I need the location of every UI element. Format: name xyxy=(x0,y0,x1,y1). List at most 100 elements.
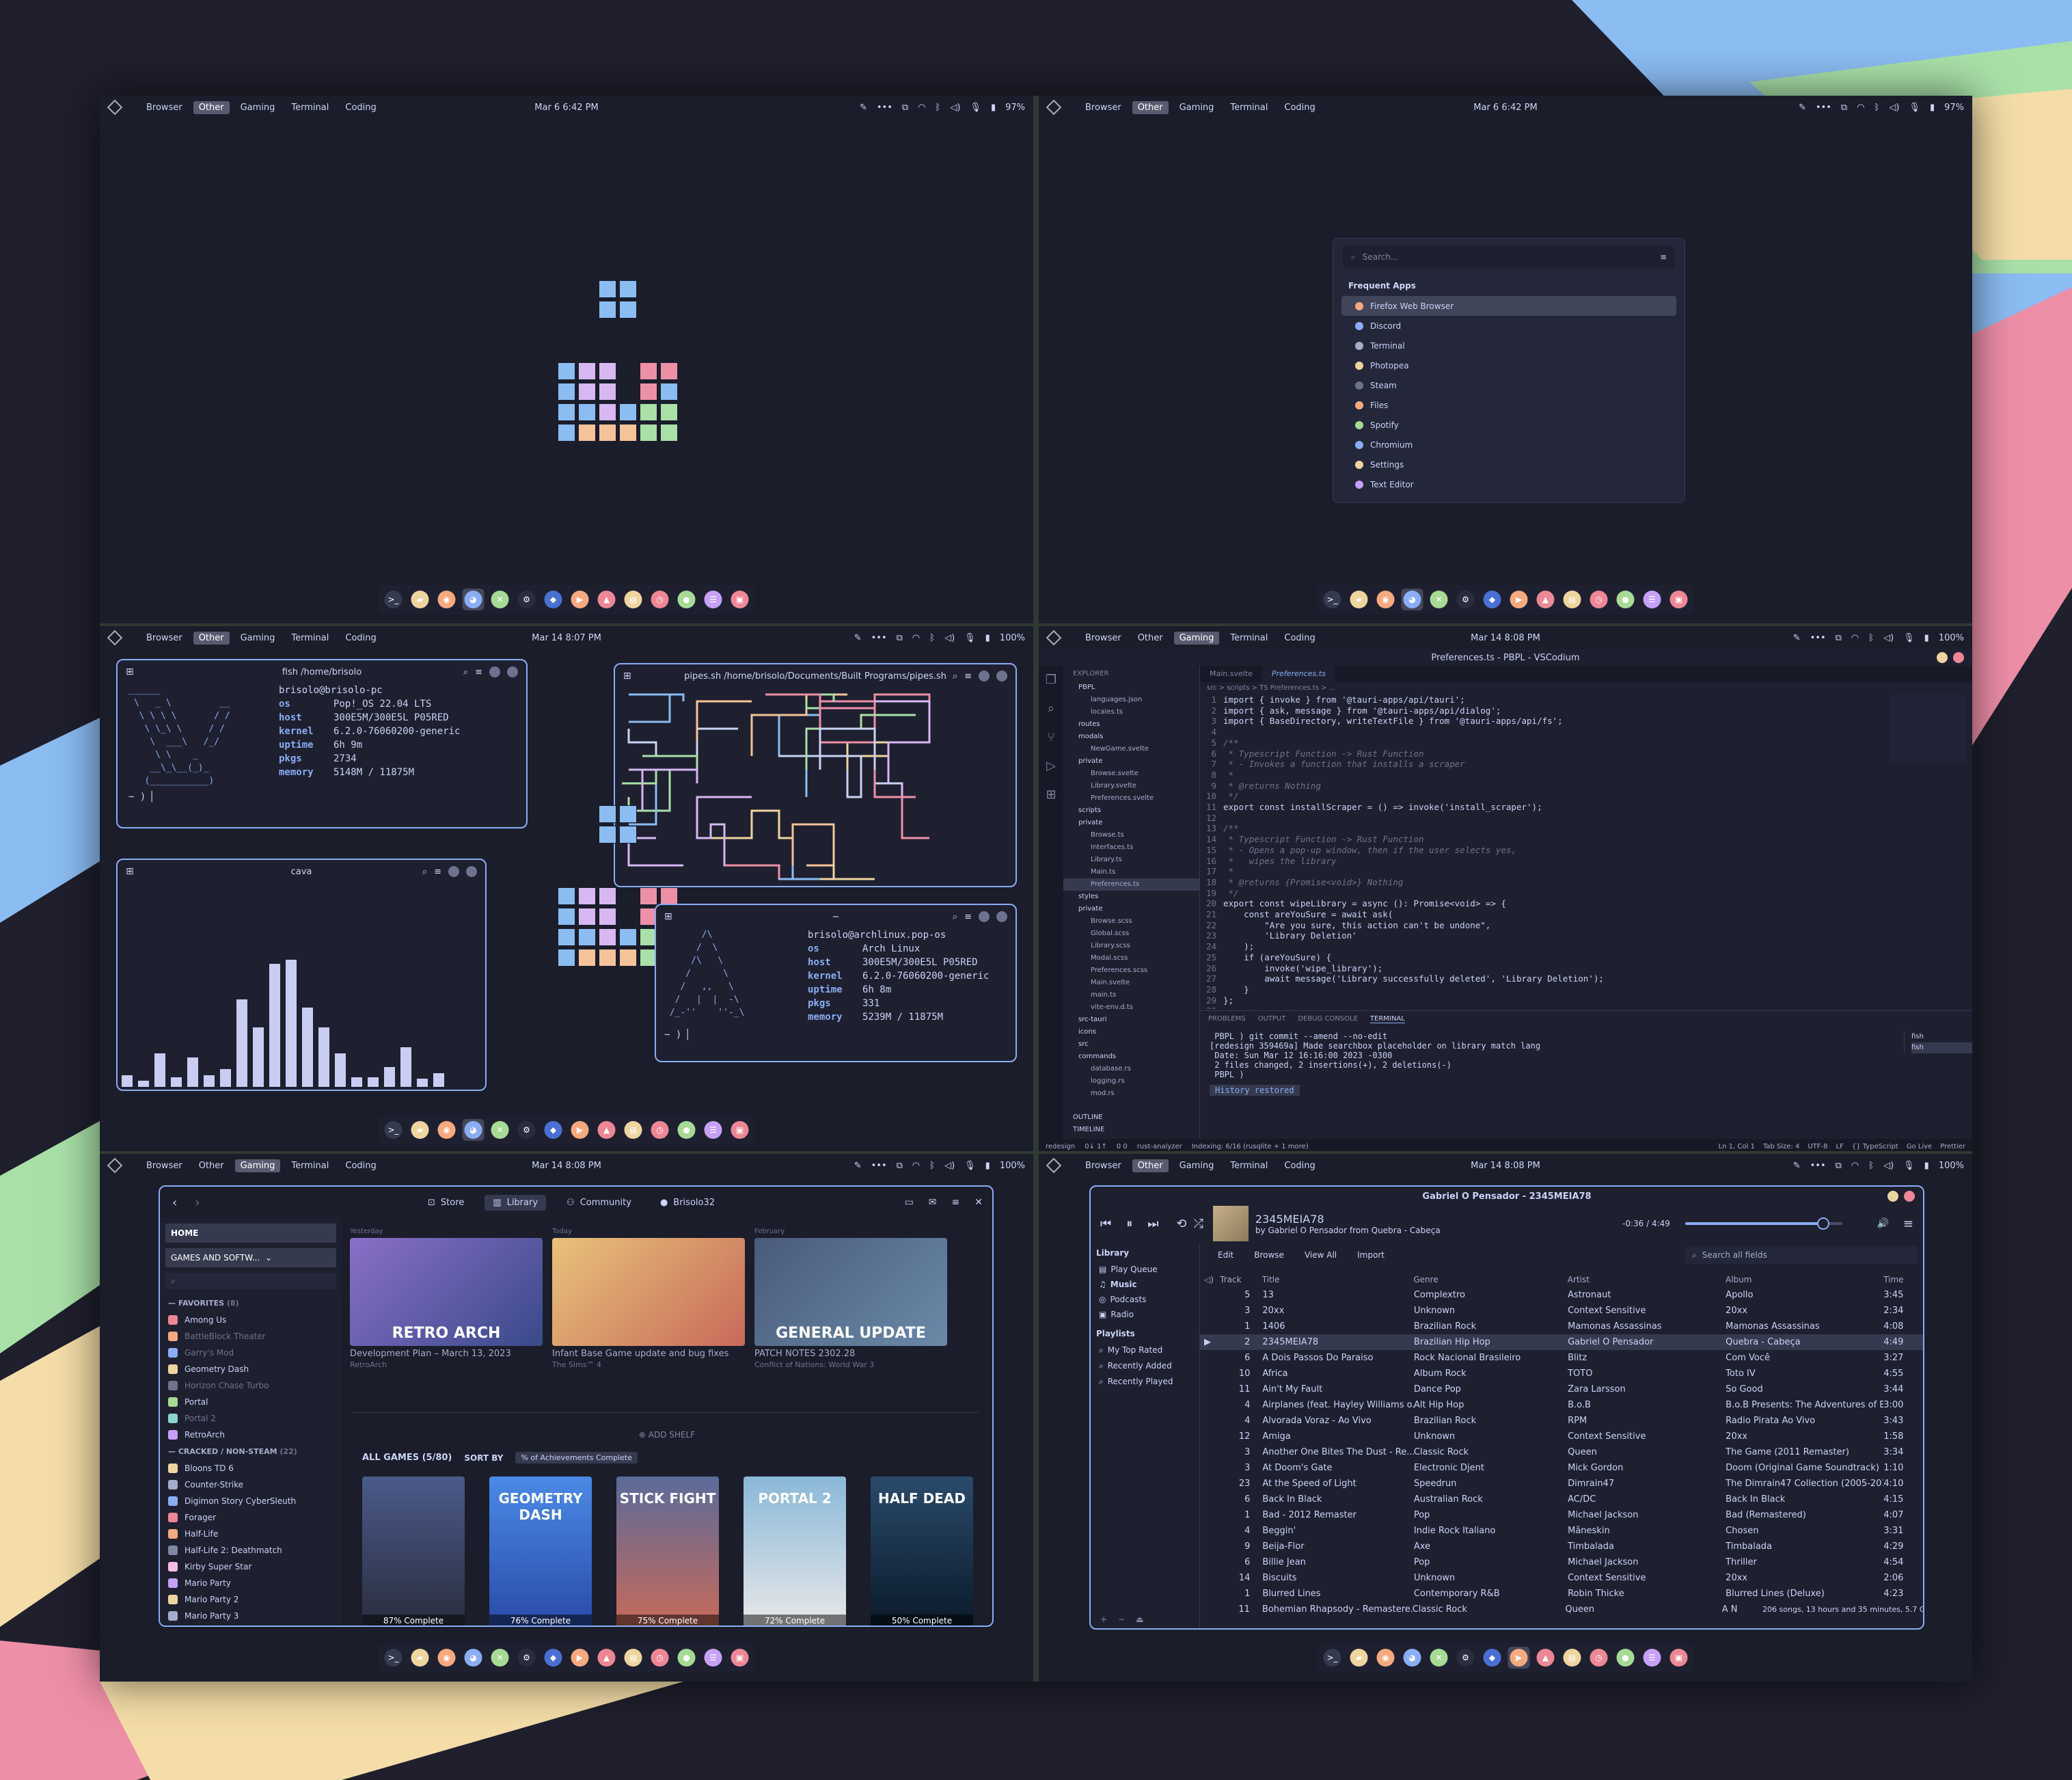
table-row[interactable]: 3 Another One Bites The Dust - Re... Class… xyxy=(1200,1444,1923,1460)
volume-icon[interactable]: ◁) xyxy=(1889,103,1899,113)
firefox-icon[interactable]: ◉ xyxy=(436,1647,458,1669)
bluetooth-icon[interactable]: ᛒ xyxy=(929,633,935,643)
workspace-terminal[interactable]: Terminal xyxy=(1225,1159,1273,1172)
game-list-item[interactable]: Portal 2 xyxy=(160,1410,342,1427)
table-row[interactable]: 4 Airplanes (feat. Hayley Williams o... Al… xyxy=(1200,1397,1923,1413)
files-icon[interactable]: ▰ xyxy=(409,1647,431,1669)
media-icon[interactable]: ▶ xyxy=(1508,1647,1530,1669)
tree-file[interactable]: Preferences.scss xyxy=(1063,965,1199,977)
seek-handle[interactable] xyxy=(1817,1217,1830,1230)
playlist-item[interactable]: ⌕ Recently Played xyxy=(1091,1374,1199,1390)
gift-icon[interactable]: ▣ xyxy=(729,589,751,610)
close-button[interactable] xyxy=(1904,1191,1915,1202)
nav-community[interactable]: ⚇ Community xyxy=(558,1195,640,1211)
workspace-terminal[interactable]: Terminal xyxy=(1225,101,1273,114)
app-terminal[interactable]: Terminal xyxy=(1341,336,1676,355)
mic-icon[interactable]: 🎙 xyxy=(964,1161,976,1171)
firefox-icon[interactable]: ◉ xyxy=(1375,589,1397,610)
vscode-icon[interactable]: ◆ xyxy=(1482,589,1503,610)
repeat-icon[interactable]: ⟲ xyxy=(1176,1217,1186,1231)
window-titlebar[interactable]: ⊞ fish /home/brisolo ⌕ ≡ xyxy=(118,660,526,684)
app-files[interactable]: Files xyxy=(1341,395,1676,415)
minimize-button[interactable] xyxy=(489,666,500,677)
tree-file[interactable]: NewGame.svelte xyxy=(1063,743,1199,755)
tree-folder[interactable]: src xyxy=(1063,1038,1199,1051)
library-search[interactable]: ⌕ xyxy=(165,1273,336,1289)
new-tab-icon[interactable]: ⊞ xyxy=(126,666,134,677)
terminal-icon[interactable]: >_ xyxy=(383,1647,405,1669)
bluetooth-icon[interactable]: ᛒ xyxy=(936,103,941,113)
tree-file[interactable]: languages.json xyxy=(1063,694,1199,706)
tree-file[interactable]: Main.ts xyxy=(1063,866,1199,878)
firefox-icon[interactable]: ◉ xyxy=(1375,1647,1397,1669)
media-icon[interactable]: ▶ xyxy=(1508,589,1530,610)
new-tab-icon[interactable]: ⊞ xyxy=(623,671,631,682)
close-icon[interactable]: ✕ xyxy=(974,1197,983,1208)
window-icon[interactable]: ⧉ xyxy=(1836,1161,1842,1171)
pdf-icon[interactable]: ▲ xyxy=(1535,1647,1557,1669)
favorites-header[interactable]: — FAVORITES (8) xyxy=(160,1295,342,1312)
toolbar-view-all[interactable]: View All xyxy=(1305,1250,1337,1260)
panel-tab-output[interactable]: OUTPUT xyxy=(1258,1015,1286,1023)
source-control-icon[interactable]: ⑂ xyxy=(1039,723,1063,752)
app-chromium[interactable]: Chromium xyxy=(1341,435,1676,455)
tree-folder[interactable]: commands xyxy=(1063,1051,1199,1063)
tree-file[interactable]: Browse.svelte xyxy=(1063,768,1199,780)
table-row[interactable]: 4 Alvorada Voraz - Ao Vivo Brazilian Rock R… xyxy=(1200,1413,1923,1429)
tab-preferences-ts[interactable]: Preferences.ts xyxy=(1262,666,1335,682)
tree-file[interactable]: Browse.scss xyxy=(1063,915,1199,928)
cherry-icon[interactable]: ● xyxy=(1615,589,1637,610)
add-icon[interactable]: + xyxy=(1100,1615,1107,1624)
workspace-browser[interactable]: Browser xyxy=(1080,1159,1127,1172)
playlist-item[interactable]: ⌕ Recently Added xyxy=(1091,1358,1199,1374)
game-list-item[interactable]: Portal xyxy=(160,1394,342,1410)
tree-file[interactable]: vite-env.d.ts xyxy=(1063,1001,1199,1014)
gift-icon[interactable]: ▣ xyxy=(1668,589,1690,610)
big-picture-icon[interactable]: ▭ xyxy=(905,1197,914,1208)
table-row[interactable]: ▶ 2 2345MEIA78 Brazilian Hip Hop Gabriel O P… xyxy=(1200,1334,1923,1350)
wifi-icon[interactable]: ◠ xyxy=(1857,103,1864,113)
archive-icon[interactable]: ▤ xyxy=(623,1119,644,1141)
launcher-search[interactable]: ⌕ Search... ≡ xyxy=(1343,245,1675,269)
table-row[interactable]: 1 Blurred Lines Contemporary R&B Robin Thic… xyxy=(1200,1586,1923,1602)
workspace-terminal[interactable]: Terminal xyxy=(286,632,334,645)
table-row[interactable]: 11 Ain't My Fault Dance Pop Zara Larsson So … xyxy=(1200,1381,1923,1397)
steam-icon[interactable]: ⚙ xyxy=(1455,1647,1477,1669)
window-titlebar[interactable]: ⊞ ~ ⌕ ≡ xyxy=(656,905,1015,928)
column-time[interactable]: Time xyxy=(1883,1275,1923,1284)
minimize-button[interactable] xyxy=(979,911,990,922)
tree-file[interactable]: Global.scss xyxy=(1063,928,1199,940)
window-icon[interactable]: ⧉ xyxy=(1841,103,1847,113)
volume-icon[interactable]: ◁) xyxy=(950,103,960,113)
toolbar-import[interactable]: Import xyxy=(1357,1250,1385,1260)
extensions-icon[interactable]: ⊞ xyxy=(1039,781,1063,809)
pdf-icon[interactable]: ▲ xyxy=(596,1119,618,1141)
firefox-icon[interactable]: ◉ xyxy=(436,1119,458,1141)
media-icon[interactable]: ▶ xyxy=(569,1119,591,1141)
pen-icon[interactable]: ✎ xyxy=(1793,633,1801,643)
app-spotify[interactable]: Spotify xyxy=(1341,415,1676,435)
workspace-coding[interactable]: Coding xyxy=(1279,632,1320,645)
game-list-item[interactable]: BattleBlock Theater xyxy=(160,1328,342,1345)
pdf-icon[interactable]: ▲ xyxy=(596,1647,618,1669)
pop-os-logo-icon[interactable] xyxy=(1046,630,1062,646)
news-card[interactable]: Today Infant Base Game update and bug fix… xyxy=(552,1228,745,1369)
game-list-item[interactable]: Garry's Mod xyxy=(160,1345,342,1361)
close-button[interactable] xyxy=(996,671,1007,682)
wifi-icon[interactable]: ◠ xyxy=(918,103,925,113)
game-list-item[interactable]: Kirby Super Star xyxy=(160,1559,342,1575)
tree-file[interactable]: Preferences.ts xyxy=(1063,878,1199,891)
pop-os-logo-icon[interactable] xyxy=(107,99,123,116)
remove-icon[interactable]: − xyxy=(1118,1615,1125,1624)
steam-icon[interactable]: ⚙ xyxy=(516,589,538,610)
status-item[interactable]: 0↓ 1↑ xyxy=(1085,1143,1107,1150)
app-discord[interactable]: Discord xyxy=(1341,316,1676,336)
workspace-coding[interactable]: Coding xyxy=(1279,101,1320,114)
tree-file[interactable]: database.rs xyxy=(1063,1063,1199,1075)
archive-icon[interactable]: ▤ xyxy=(623,1647,644,1669)
xbox-icon[interactable]: ✕ xyxy=(489,1119,511,1141)
back-icon[interactable]: ‹ xyxy=(172,1196,177,1210)
terminal-icon[interactable]: >_ xyxy=(1322,589,1344,610)
xbox-icon[interactable]: ✕ xyxy=(489,1647,511,1669)
cherry-icon[interactable]: ● xyxy=(676,1119,698,1141)
